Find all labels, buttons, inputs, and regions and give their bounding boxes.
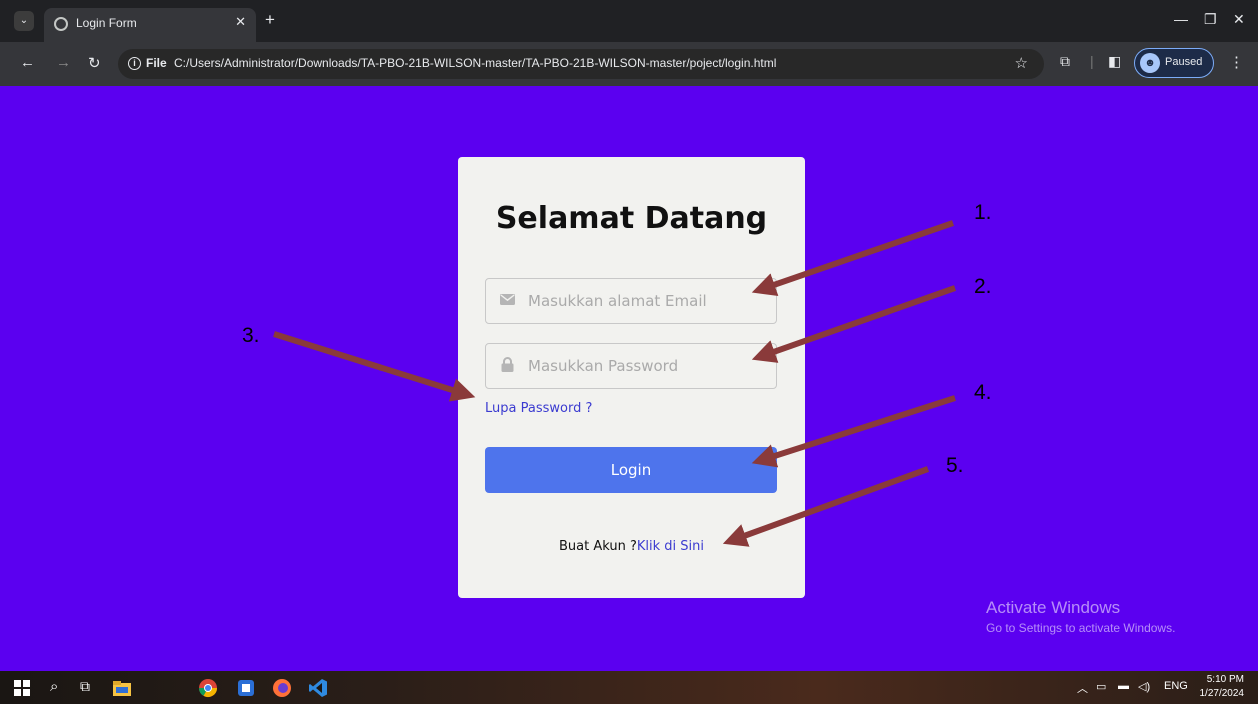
arrow-3 bbox=[273, 331, 476, 402]
avatar: ☻ bbox=[1140, 53, 1160, 73]
url-text[interactable]: C:/Users/Administrator/Downloads/TA-PBO-… bbox=[174, 56, 776, 70]
battery-icon[interactable]: ▬ bbox=[1118, 680, 1129, 692]
clock[interactable]: 5:10 PM 1/27/2024 bbox=[1200, 673, 1245, 701]
page-viewport: Selamat Datang Lupa Password ? Login Bua… bbox=[0, 86, 1258, 671]
firefox-icon[interactable] bbox=[272, 678, 292, 698]
forward-icon[interactable]: → bbox=[56, 54, 71, 71]
separator: | bbox=[1090, 53, 1094, 69]
annotation-label-3: 3. bbox=[242, 324, 260, 347]
address-bar[interactable]: i File C:/Users/Administrator/Downloads/… bbox=[118, 49, 1044, 79]
bookmark-star-icon[interactable]: ☆ bbox=[1015, 54, 1028, 72]
globe-icon bbox=[54, 17, 68, 31]
lock-icon bbox=[501, 357, 514, 372]
activate-windows-watermark: Activate Windows Go to Settings to activ… bbox=[986, 598, 1175, 635]
annotation-label-1: 1. bbox=[974, 201, 992, 224]
file-chip: File bbox=[146, 56, 167, 70]
new-tab-icon[interactable]: + bbox=[265, 10, 275, 30]
annotation-label-4: 4. bbox=[974, 381, 992, 404]
language-indicator[interactable]: ENG bbox=[1164, 680, 1188, 692]
clock-time: 5:10 PM bbox=[1206, 674, 1244, 685]
side-panel-icon[interactable]: ◧ bbox=[1108, 53, 1121, 70]
vscode-icon[interactable] bbox=[308, 678, 328, 698]
browser-tab[interactable]: Login Form ✕ bbox=[44, 8, 256, 42]
chrome-icon[interactable] bbox=[198, 678, 218, 698]
task-view-icon[interactable]: ⧉ bbox=[80, 678, 90, 695]
email-field[interactable] bbox=[485, 278, 777, 324]
profile-button[interactable]: ☻ Paused bbox=[1134, 48, 1214, 78]
extensions-icon[interactable]: ⧉ bbox=[1060, 53, 1070, 70]
network-icon[interactable]: ▭ bbox=[1096, 680, 1106, 693]
envelope-icon bbox=[500, 294, 515, 305]
annotation-label-5: 5. bbox=[946, 454, 964, 477]
browser-toolbar: ← → ↻ i File C:/Users/Administrator/Down… bbox=[0, 42, 1258, 86]
close-window-icon[interactable]: ✕ bbox=[1233, 11, 1245, 28]
media-app-icon[interactable] bbox=[236, 678, 256, 698]
reload-icon[interactable]: ↻ bbox=[88, 54, 101, 72]
annotation-label-2: 2. bbox=[974, 275, 992, 298]
page-title: Selamat Datang bbox=[495, 201, 768, 236]
tray-chevron-icon[interactable]: ︿ bbox=[1077, 680, 1088, 696]
windows-start-icon[interactable] bbox=[14, 680, 30, 696]
tab-search-icon[interactable]: ⌄ bbox=[14, 11, 34, 31]
signup-prompt-text: Buat Akun ? bbox=[558, 539, 637, 554]
tab-close-icon[interactable]: ✕ bbox=[235, 14, 246, 30]
restore-icon[interactable]: ❐ bbox=[1204, 11, 1217, 28]
email-input[interactable] bbox=[528, 279, 768, 323]
more-menu-icon[interactable]: ⋮ bbox=[1229, 53, 1244, 71]
password-field[interactable] bbox=[485, 343, 777, 389]
file-explorer-icon[interactable] bbox=[112, 678, 132, 698]
watermark-subtitle: Go to Settings to activate Windows. bbox=[986, 621, 1176, 635]
minimize-icon[interactable]: — bbox=[1174, 11, 1188, 27]
taskbar: ⌕ ⧉ ︿ ▭ ▬ ◁) ENG 5:10 PM 1/27/2024 bbox=[0, 671, 1258, 704]
password-input[interactable] bbox=[528, 344, 768, 388]
forgot-password-link[interactable]: Lupa Password ? bbox=[485, 401, 592, 416]
login-card: Selamat Datang Lupa Password ? Login Bua… bbox=[458, 157, 805, 598]
tab-strip: ⌄ Login Form ✕ + — ❐ ✕ bbox=[0, 0, 1258, 42]
login-button[interactable]: Login bbox=[485, 447, 777, 493]
profile-status: Paused bbox=[1165, 56, 1203, 68]
back-icon[interactable]: ← bbox=[20, 54, 35, 71]
clock-date: 1/27/2024 bbox=[1199, 688, 1245, 699]
watermark-title: Activate Windows bbox=[986, 598, 1121, 617]
signup-prompt: Buat Akun ?Klik di Sini bbox=[458, 539, 805, 554]
tab-title: Login Form bbox=[76, 16, 137, 30]
signup-link[interactable]: Klik di Sini bbox=[637, 539, 704, 554]
search-icon[interactable]: ⌕ bbox=[50, 678, 58, 695]
volume-icon[interactable]: ◁) bbox=[1138, 680, 1150, 693]
info-icon[interactable]: i bbox=[128, 57, 141, 70]
